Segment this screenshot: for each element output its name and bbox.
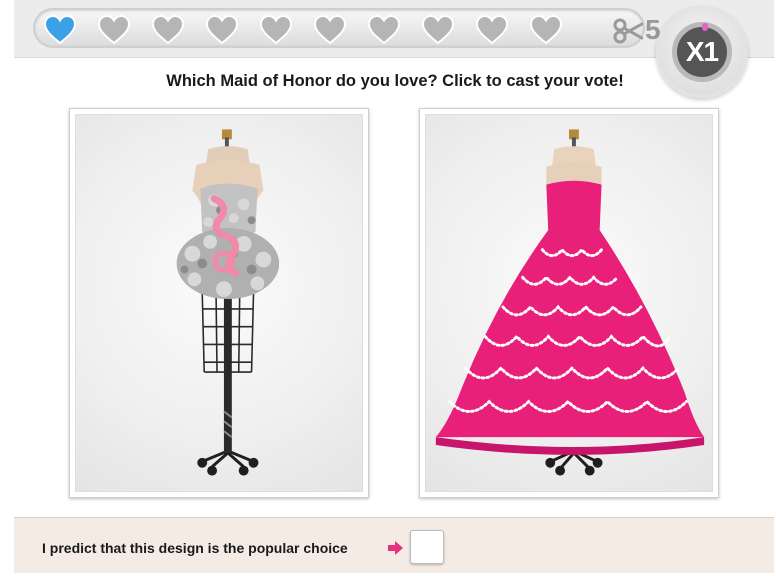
prediction-label: I predict that this design is the popula… [42, 540, 348, 556]
design-card-left[interactable] [69, 108, 369, 498]
heart-filled-icon [43, 15, 77, 45]
design-image-pink-pearl-ball-gown [425, 114, 713, 492]
heart-empty-icon [151, 15, 185, 45]
heart-empty-icon [313, 15, 347, 45]
heart-empty-icon [259, 15, 293, 45]
hearts-meter: 5 [33, 8, 661, 48]
arrow-right-icon [386, 540, 404, 556]
vote-question: Which Maid of Honor do you love? Click t… [166, 72, 624, 90]
design-card-right[interactable] [419, 108, 719, 498]
multiplier-label: X1 [685, 36, 719, 67]
heart-empty-icon [421, 15, 455, 45]
multiplier-indicator [702, 23, 708, 31]
prediction-checkbox[interactable] [410, 530, 444, 564]
heart-empty-icon [97, 15, 131, 45]
heart-empty-icon [529, 15, 563, 45]
design-image-sequin-mini-dress [75, 114, 363, 492]
voting-screen: 5 X1 Which Maid of Honor do you love? Cl… [0, 0, 776, 576]
heart-empty-icon [367, 15, 401, 45]
prediction-bar: I predict that this design is the popula… [14, 517, 774, 573]
scissors-icon [613, 18, 644, 44]
heart-empty-icon [205, 15, 239, 45]
heart-empty-icon [475, 15, 509, 45]
